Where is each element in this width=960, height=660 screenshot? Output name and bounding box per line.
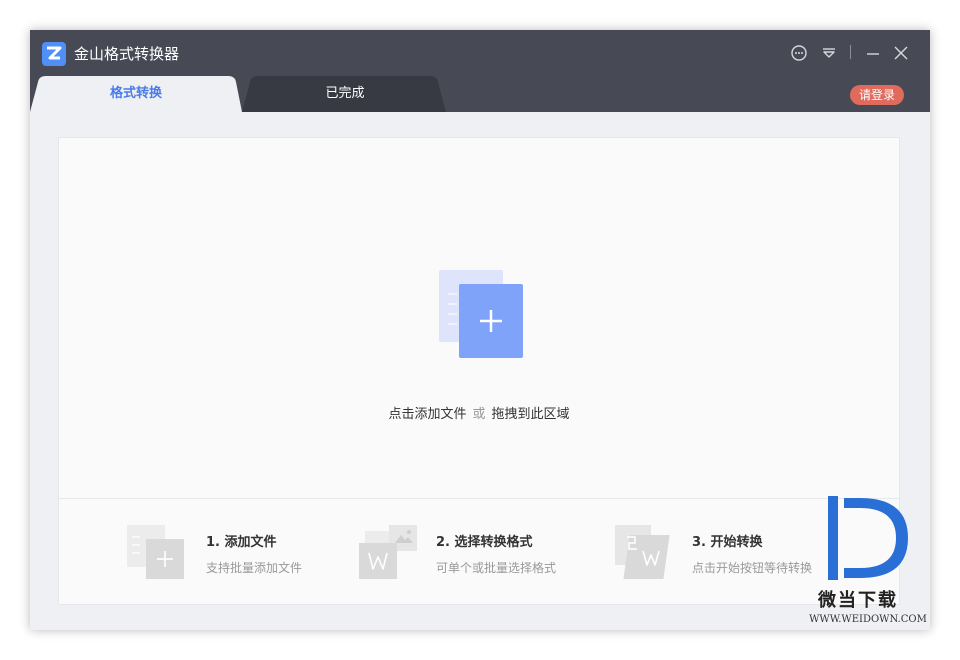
watermark: 微当下载 WWW.WEIDOWN.COM [808,490,930,630]
select-format-icon [359,525,417,579]
minimize-icon[interactable] [864,44,882,62]
login-button[interactable]: 请登录 [850,85,904,105]
step-add-file-title: 1. 添加文件 [206,535,277,550]
add-file-step-icon [127,525,184,579]
start-convert-icon [615,525,670,579]
tab-format-convert[interactable]: 格式转换 [30,76,242,112]
step-start-convert-desc: 点击开始按钮等待转换 [692,561,813,575]
watermark-url: WWW.WEIDOWN.COM [809,614,927,625]
close-icon[interactable] [892,44,910,62]
drop-hint-drag: 拖拽到此区域 [491,407,570,422]
menu-icon[interactable] [820,44,838,62]
file-drop-zone[interactable]: 点击添加文件或拖拽到此区域 [59,138,899,498]
step-add-file: 1. 添加文件 支持批量添加文件 [127,523,327,583]
main-panel: 点击添加文件或拖拽到此区域 1. 添加文件 支持批量添加文件 2. 选择转换格式… [58,137,900,605]
app-window: 金山格式转换器 已完成 格式转换 请登录 点击添加文件 或 拖拽到此区域 1. … [30,30,930,630]
step-add-file-desc: 支持批量添加文件 [206,561,303,575]
title-bar: 金山格式转换器 已完成 格式转换 请登录 [30,30,930,112]
watermark-text: 微当下载 [818,590,898,611]
step-select-format: 2. 选择转换格式 可单个或批量选择格式 [359,523,589,583]
app-logo-icon [42,42,66,66]
add-file-icon [439,270,523,358]
tab-completed-label: 已完成 [325,86,365,101]
tab-format-convert-label: 格式转换 [109,86,162,101]
step-start-convert-title: 3. 开始转换 [692,535,763,550]
step-select-format-title: 2. 选择转换格式 [436,535,533,550]
tab-completed[interactable]: 已完成 [242,76,448,112]
title-separator [850,45,851,59]
panel-divider [59,498,899,499]
chat-icon[interactable] [790,44,808,62]
drop-hint-or: 或 [472,407,486,422]
app-title: 金山格式转换器 [74,45,180,63]
watermark-logo-icon [828,496,908,580]
drop-hint-click: 点击添加文件 [388,407,467,422]
drop-hint: 点击添加文件或拖拽到此区域 [59,403,899,422]
step-select-format-desc: 可单个或批量选择格式 [436,561,557,575]
